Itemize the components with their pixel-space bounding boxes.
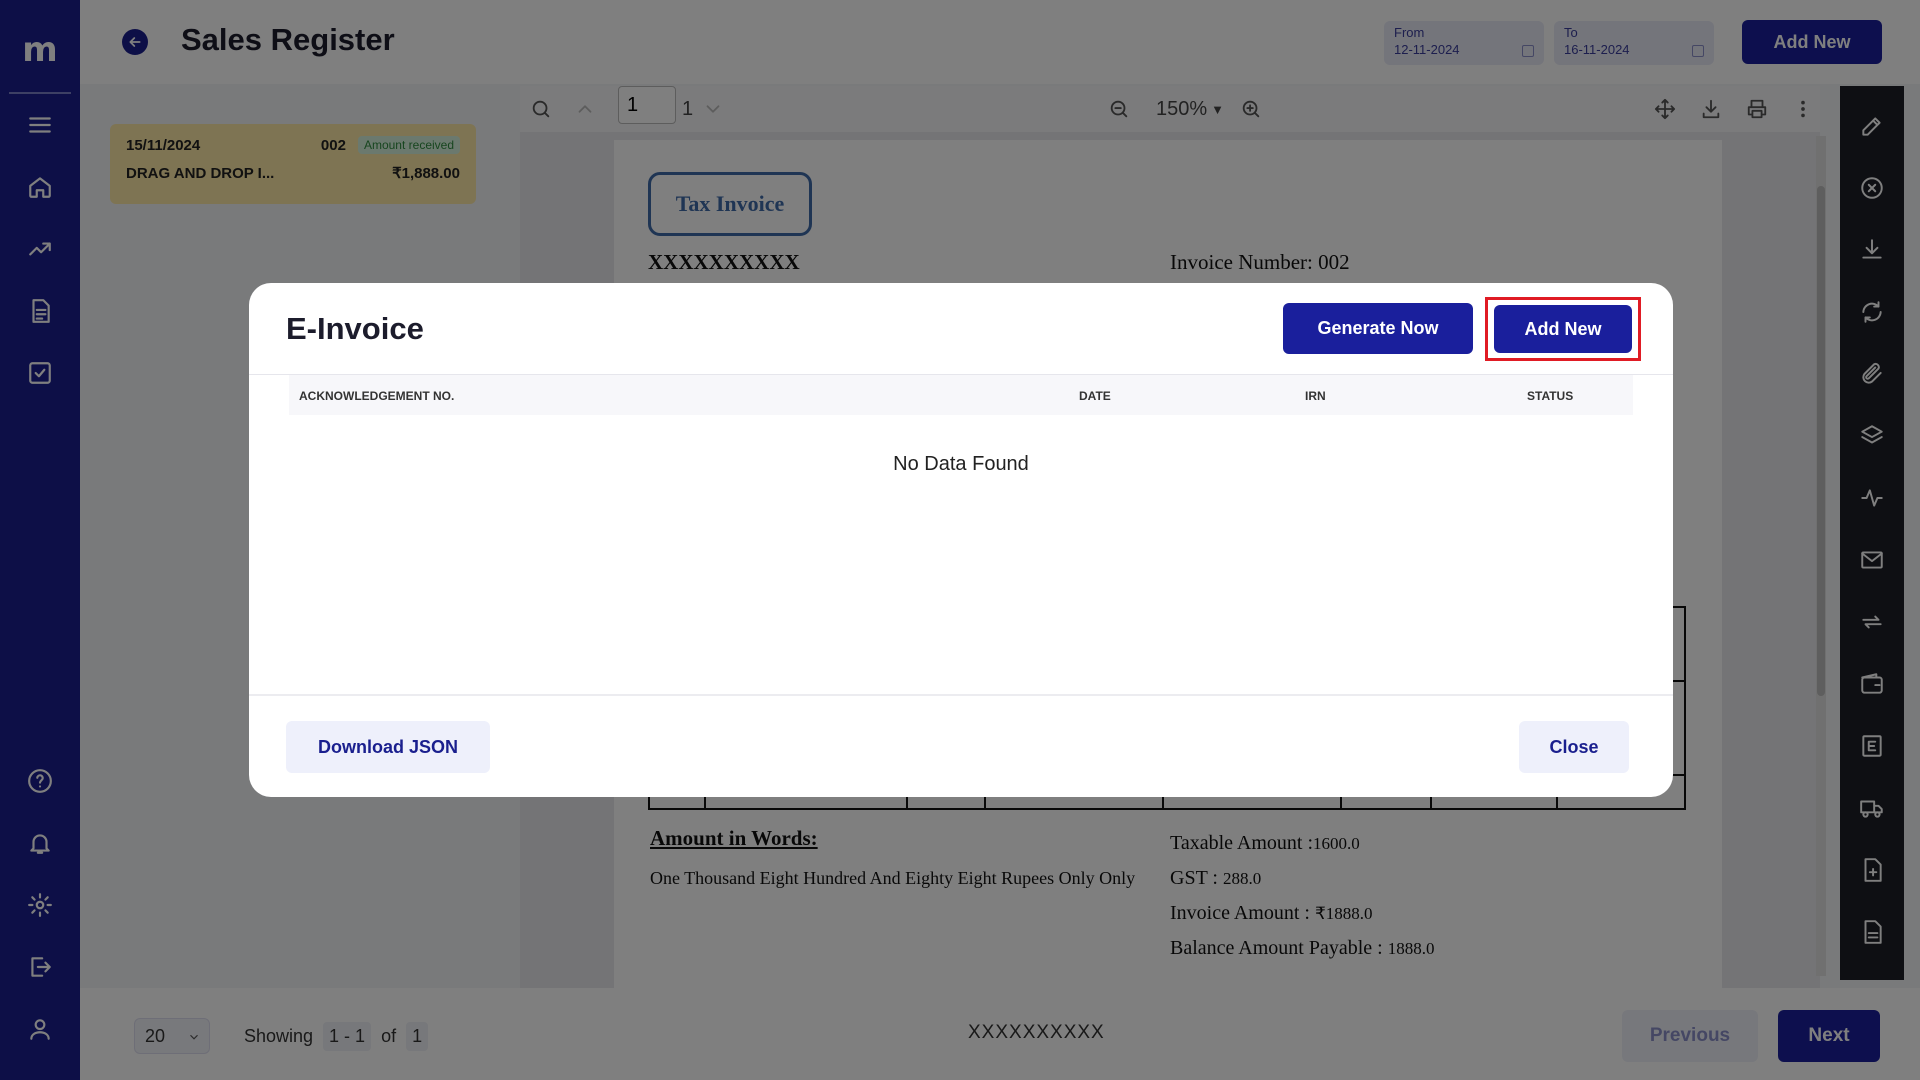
column-status: STATUS [1527, 389, 1574, 403]
empty-state: No Data Found [893, 453, 1029, 475]
add-new-button[interactable]: Add New [1494, 305, 1632, 353]
table-header: ACKNOWLEDGEMENT NO. DATE IRN STATUS [289, 375, 1633, 415]
column-acknowledgement: ACKNOWLEDGEMENT NO. [299, 389, 455, 403]
column-irn: IRN [1305, 389, 1326, 403]
divider [249, 694, 1673, 696]
modal-title: E-Invoice [286, 311, 424, 346]
download-json-button[interactable]: Download JSON [286, 721, 490, 773]
close-button[interactable]: Close [1519, 721, 1629, 773]
column-date: DATE [1079, 389, 1111, 403]
e-invoice-modal: E-Invoice Generate Now Add New ACKNOWLED… [249, 283, 1673, 797]
generate-now-button[interactable]: Generate Now [1283, 303, 1473, 354]
highlight-box: Add New [1485, 297, 1641, 361]
